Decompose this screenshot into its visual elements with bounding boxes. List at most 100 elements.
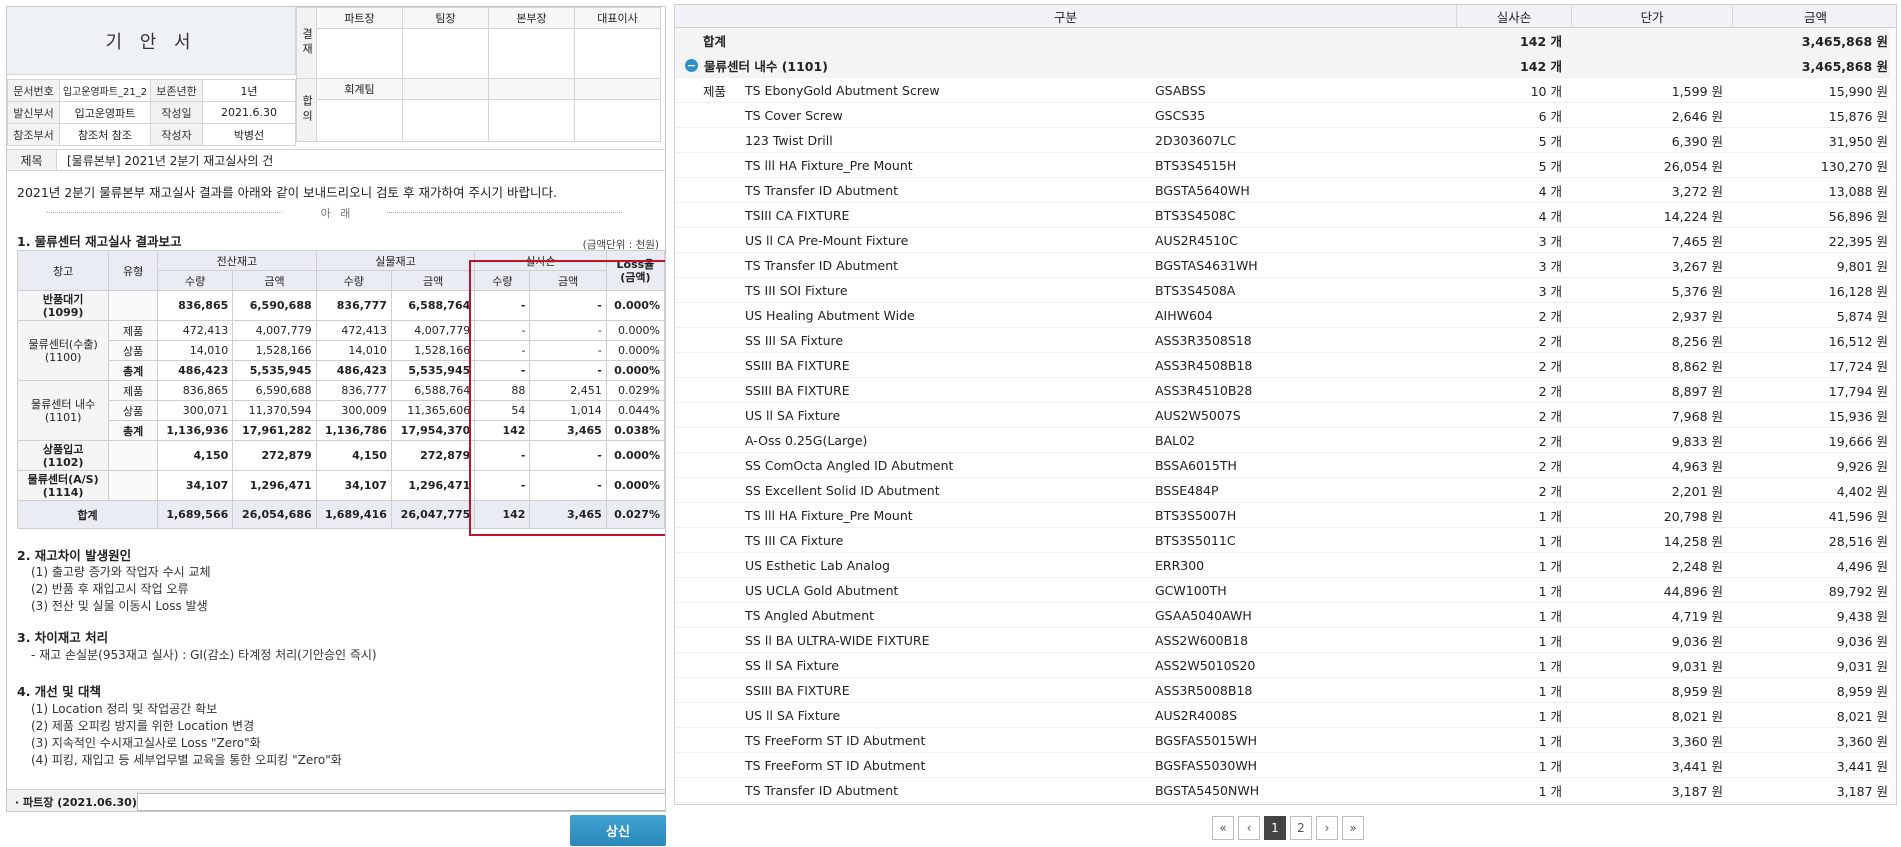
item-price: 1,599 원 [1671,84,1723,99]
item-amount: 8,959 원 [1836,684,1888,699]
col-system-stock: 전산재고 [157,250,317,271]
item-qty: 1 개 [1538,634,1562,649]
item-price: 4,963 원 [1671,459,1723,474]
table-row[interactable]: US UCLA Gold Abutment GCW100TH 1 개 44,896 원… [675,578,1896,603]
table-row[interactable]: TS Transfer ID Abutment BGSTAS4631WH 3 개 3,… [675,253,1896,278]
table-row[interactable]: SS ll SA Fixture ASS2W5010S20 1 개 9,031 원 9,… [675,653,1896,678]
value-cell: 486,423 [157,360,234,381]
item-code: ASS3R5008B18 [1155,683,1253,698]
table-row[interactable]: US Esthetic Lab Analog ERR300 1 개 2,248 원 4,… [675,553,1896,578]
grid-group-row[interactable]: − 물류센터 내수 (1101) 142 개 3,465,868 원 [675,53,1896,78]
table-row[interactable]: TS III SOI Fixture BTS3S4508A 3 개 5,376 원 16… [675,278,1896,303]
total-cell: 1,689,416 [315,500,392,529]
written-date: 2021.6.30 [202,101,296,124]
table-row[interactable]: TS FreeForm ST ID Abutment BGSFAS5030WH 1 … [675,753,1896,778]
ref-dept: 참조처 참조 [59,123,151,146]
item-amount: 28,516 원 [1828,534,1888,549]
table-row[interactable]: SSIII BA FIXTURE ASS3R5008B18 1 개 8,959 원 8,… [675,678,1896,703]
item-code: BTS3S4508C [1155,208,1236,223]
value-cell: 6,590,688 [232,290,317,321]
table-row[interactable]: TSIII CA FIXTURE BTS3S4508C 4 개 14,224 원 56,… [675,203,1896,228]
table-row[interactable]: SS ComOcta Angled ID Abutment BSSA6015TH 2… [675,453,1896,478]
value-cell: - [529,360,607,381]
table-row[interactable]: TS Angled Abutment GSAA5040AWH 1 개 4,719 원 9… [675,603,1896,628]
pagination: « ‹ 1 2 › » [1212,816,1364,840]
value-cell: 486,423 [315,360,392,381]
grid-header: 구분 실사손 단가 금액 [675,5,1896,28]
value-cell: 272,879 [390,440,476,471]
table-row[interactable]: TS FreeForm ST ID Abutment BGSFAS5015WH 1 … [675,728,1896,753]
item-price: 3,267 원 [1671,259,1723,274]
list-item: (1) 출고량 증가와 작업자 수시 교체 [31,565,211,579]
table-row[interactable]: US ll CA Pre-Mount Fixture AUS2R4510C 3 개 7… [675,228,1896,253]
table-row: 총계 486,423 5,535,945 486,423 5,535,945- -0.00… [18,360,665,381]
value-cell: 4,150 [315,440,392,471]
table-row[interactable]: SSIII BA FIXTURE ASS3R4508B18 2 개 8,862 원 17… [675,353,1896,378]
item-code: ERR300 [1155,558,1205,573]
document-meta-table: 문서번호 입고운영파트_21_2 보존년한 1년 발신부서 입고운영파트 작성일… [7,79,296,146]
page-button[interactable]: 1 [1264,816,1286,840]
value-cell: 6,590,688 [232,380,317,401]
scrollbar[interactable] [1890,28,1896,804]
group-toggle[interactable]: − 물류센터 내수 (1101) [685,53,828,78]
value-cell: 1,296,471 [390,470,476,501]
table-row[interactable]: 123 Twist Drill 2D303607LC 5 개 6,390 원 31,95… [675,128,1896,153]
page-button[interactable]: 2 [1290,816,1312,840]
grid-total-row: 합계 142 개 3,465,868 원 [675,28,1896,53]
table-row[interactable]: US ll SA Fixture AUS2R4008S 1 개 8,021 원 8,02… [675,703,1896,728]
last-page-button[interactable]: » [1342,816,1364,840]
subject-text: [물류본부] 2021년 2분기 재고실사의 건 [67,153,274,168]
table-row[interactable]: TS III CA Fixture BTS3S5011C 1 개 14,258 원 28… [675,528,1896,553]
column-header[interactable]: 구분 [675,5,1457,28]
item-name: SS ComOcta Angled ID Abutment [745,458,954,473]
sender-dept: 입고운영파트 [59,101,151,124]
prev-page-button[interactable]: ‹ [1238,816,1260,840]
table-row[interactable]: US Healing Abutment Wide AIHW604 2 개 2,937 … [675,303,1896,328]
item-name: TS III CA Fixture [745,533,844,548]
table-row[interactable]: TS Transfer ID Abutment BGSTA5640WH 4 개 3,2… [675,178,1896,203]
item-name: SS Excellent Solid ID Abutment [745,483,940,498]
item-price: 7,968 원 [1671,409,1723,424]
table-row[interactable]: A-Oss 0.25G(Large) BAL02 2 개 9,833 원 19,666 … [675,428,1896,453]
comment-input[interactable] [137,792,665,811]
total-cell: 1,689,566 [157,500,234,529]
warehouse-cell: 상품입고 (1102) [16,440,110,471]
value-cell: 836,865 [157,290,234,321]
collapse-icon[interactable]: − [685,59,698,72]
table-row[interactable]: TS lll HA Fixture_Pre Mount BTS3S5007H 1 개… [675,503,1896,528]
column-header[interactable]: 금액 [1733,5,1896,28]
value-cell: 14,010 [157,340,234,361]
first-page-button[interactable]: « [1212,816,1234,840]
item-amount: 13,088 원 [1828,184,1888,199]
item-code: BGSFAS5030WH [1155,758,1258,773]
value-cell: - [529,290,607,321]
section-4-title: 4. 개선 및 대책 [17,684,102,699]
submit-button[interactable]: 상신 [570,815,666,846]
item-qty: 5 개 [1538,134,1562,149]
value-cell: 0.038% [605,420,665,441]
item-amount: 15,936 원 [1828,409,1888,424]
column-header[interactable]: 실사손 [1457,5,1572,28]
item-name: SS ll BA ULTRA-WIDE FIXTURE [745,633,930,648]
next-page-button[interactable]: › [1316,816,1338,840]
value-cell: 6,588,764 [390,290,476,321]
table-row[interactable]: SS III SA Fixture ASS3R3508S18 2 개 8,256 원 1… [675,328,1896,353]
value-cell: 1,136,936 [157,420,234,441]
item-code: BTS3S4508A [1155,283,1236,298]
item-code: BSSA6015TH [1155,458,1237,473]
item-amount: 3,360 원 [1836,734,1888,749]
table-row[interactable]: SSIII BA FIXTURE ASS3R4510B28 2 개 8,897 원 17… [675,378,1896,403]
table-row[interactable]: SS Excellent Solid ID Abutment BSSE484P 2 … [675,478,1896,503]
type-cell [108,470,159,501]
item-qty: 1 개 [1538,534,1562,549]
table-row[interactable]: US ll SA Fixture AUS2W5007S 2 개 7,968 원 15,9… [675,403,1896,428]
item-amount: 3,441 원 [1836,759,1888,774]
table-row[interactable]: 제품 TS EbonyGold Abutment Screw GSABSS 10 개 1… [675,78,1896,103]
table-row[interactable]: SS ll BA ULTRA-WIDE FIXTURE ASS2W600B18 1 … [675,628,1896,653]
table-row[interactable]: TS Transfer ID Abutment BGSTA5450NWH 1 개 3,… [675,778,1896,803]
item-price: 3,187 원 [1671,784,1723,799]
warehouse-cell: 반품대기 (1099) [16,290,110,321]
column-header[interactable]: 단가 [1572,5,1733,28]
table-row[interactable]: TS lll HA Fixture_Pre Mount BTS3S4515H 5 개… [675,153,1896,178]
table-row[interactable]: TS Cover Screw GSCS35 6 개 2,646 원 15,876 원 [675,103,1896,128]
